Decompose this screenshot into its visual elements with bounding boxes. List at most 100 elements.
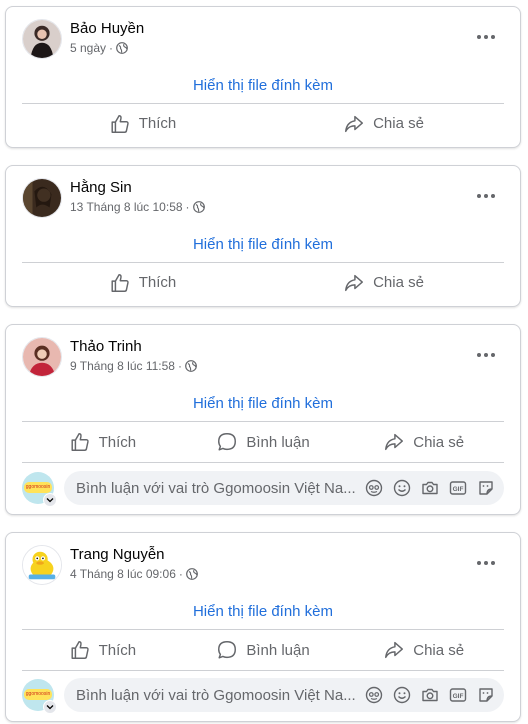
like-button[interactable]: Thích [22, 263, 263, 302]
post-header: Trang Nguyễn 4 Tháng 8 lúc 09:06 · [6, 533, 520, 589]
show-attachment-link[interactable]: Hiển thị file đính kèm [6, 395, 520, 412]
action-bar: Thích Bình luận Chia sẻ [22, 629, 504, 671]
like-button[interactable]: Thích [22, 104, 263, 143]
share-label: Chia sẻ [413, 641, 465, 659]
comment-composer: ggomoosin GIF [22, 469, 504, 507]
post-card: Hằng Sin 13 Tháng 8 lúc 10:58 · Hiển thị… [5, 165, 521, 307]
like-icon [111, 273, 129, 292]
author-avatar[interactable] [22, 545, 62, 585]
comment-box: GIF [64, 678, 504, 712]
author-avatar[interactable] [22, 19, 62, 59]
chevron-down-icon[interactable] [43, 493, 57, 507]
post-time[interactable]: 9 Tháng 8 lúc 11:58 [70, 359, 175, 373]
comment-input[interactable] [76, 686, 364, 704]
avatar-sticker-icon[interactable] [364, 478, 384, 498]
share-button[interactable]: Chia sẻ [343, 422, 504, 462]
show-attachment-link[interactable]: Hiển thị file đính kèm [6, 236, 520, 253]
page-avatar[interactable]: ggomoosin [22, 472, 57, 507]
svg-text:GIF: GIF [453, 486, 464, 493]
post-meta: 9 Tháng 8 lúc 11:58 · [70, 359, 197, 373]
camera-icon[interactable] [420, 685, 440, 705]
avatar-sticker-icon[interactable] [364, 685, 384, 705]
comment-composer: ggomoosin GIF [22, 676, 504, 714]
post-header: Hằng Sin 13 Tháng 8 lúc 10:58 · [6, 166, 520, 222]
like-button[interactable]: Thích [22, 422, 183, 462]
more-options-icon[interactable] [472, 23, 500, 51]
meta-separator: · [178, 567, 183, 581]
globe-icon [185, 568, 198, 580]
author-name[interactable]: Bảo Huyền [70, 20, 144, 37]
author-name[interactable]: Trang Nguyễn [70, 546, 165, 563]
comment-icon [218, 641, 237, 659]
share-button[interactable]: Chia sẻ [263, 263, 504, 302]
show-attachment-link[interactable]: Hiển thị file đính kèm [6, 77, 520, 94]
post-meta: 4 Tháng 8 lúc 09:06 · [70, 567, 198, 581]
action-bar: Thích Bình luận Chia sẻ [22, 421, 504, 463]
comment-input[interactable] [76, 479, 364, 497]
comment-button[interactable]: Bình luận [183, 422, 344, 462]
action-bar: Thích Chia sẻ [22, 103, 504, 143]
meta-separator: · [109, 41, 114, 55]
share-icon [385, 433, 404, 451]
post-time[interactable]: 5 ngày [70, 41, 106, 55]
globe-icon [116, 42, 128, 54]
share-label: Chia sẻ [373, 115, 424, 132]
author-name[interactable]: Thảo Trinh [70, 338, 142, 355]
more-options-icon[interactable] [472, 549, 500, 577]
like-label: Thích [138, 274, 177, 291]
post-header: Thảo Trinh 9 Tháng 8 lúc 11:58 · [6, 325, 520, 381]
sticker-icon[interactable] [476, 685, 496, 705]
like-label: Thích [138, 115, 177, 132]
share-icon [385, 641, 404, 659]
page-avatar-logo: ggomoosin [24, 482, 52, 493]
svg-text:GIF: GIF [453, 693, 464, 700]
page-avatar-logo: ggomoosin [24, 689, 52, 700]
comment-icon [218, 433, 237, 451]
comment-label: Bình luận [246, 641, 310, 659]
author-name[interactable]: Hằng Sin [70, 179, 132, 196]
sticker-icon[interactable] [476, 478, 496, 498]
more-options-icon[interactable] [472, 341, 500, 369]
camera-icon[interactable] [420, 478, 440, 498]
like-icon [71, 433, 89, 451]
gif-icon[interactable]: GIF [448, 478, 468, 498]
post-meta: 13 Tháng 8 lúc 10:58 · [70, 200, 205, 214]
meta-separator: · [185, 200, 190, 214]
like-icon [71, 641, 89, 659]
comment-box: GIF [64, 471, 504, 505]
emoji-icon[interactable] [392, 685, 412, 705]
share-icon [345, 274, 364, 291]
emoji-icon[interactable] [392, 478, 412, 498]
more-options-icon[interactable] [472, 182, 500, 210]
share-label: Chia sẻ [373, 274, 424, 291]
comment-tools: GIF [364, 685, 496, 705]
like-label: Thích [98, 641, 137, 659]
author-avatar[interactable] [22, 337, 62, 377]
show-attachment-link[interactable]: Hiển thị file đính kèm [6, 603, 520, 620]
post-meta: 5 ngày · [70, 41, 128, 55]
post-card: Trang Nguyễn 4 Tháng 8 lúc 09:06 · Hiển … [5, 532, 521, 722]
chevron-down-icon[interactable] [43, 700, 57, 714]
comment-tools: GIF [364, 478, 496, 498]
share-button[interactable]: Chia sẻ [343, 630, 504, 670]
like-button[interactable]: Thích [22, 630, 183, 670]
post-card: Bảo Huyền 5 ngày · Hiển thị file đính kè… [5, 6, 521, 148]
like-icon [111, 114, 129, 133]
comment-button[interactable]: Bình luận [183, 630, 344, 670]
comment-label: Bình luận [246, 433, 310, 451]
share-label: Chia sẻ [413, 433, 465, 451]
gif-icon[interactable]: GIF [448, 685, 468, 705]
post-time[interactable]: 4 Tháng 8 lúc 09:06 [70, 567, 176, 581]
post-time[interactable]: 13 Tháng 8 lúc 10:58 [70, 200, 183, 214]
post-card: Thảo Trinh 9 Tháng 8 lúc 11:58 · Hiển th… [5, 324, 521, 515]
page-avatar[interactable]: ggomoosin [22, 679, 57, 714]
action-bar: Thích Chia sẻ [22, 262, 504, 302]
author-avatar[interactable] [22, 178, 62, 218]
meta-separator: · [177, 359, 182, 373]
globe-icon [185, 360, 197, 372]
globe-icon [192, 201, 205, 213]
like-label: Thích [98, 433, 137, 451]
share-button[interactable]: Chia sẻ [263, 104, 504, 143]
share-icon [345, 115, 364, 132]
post-header: Bảo Huyền 5 ngày · [6, 7, 520, 63]
